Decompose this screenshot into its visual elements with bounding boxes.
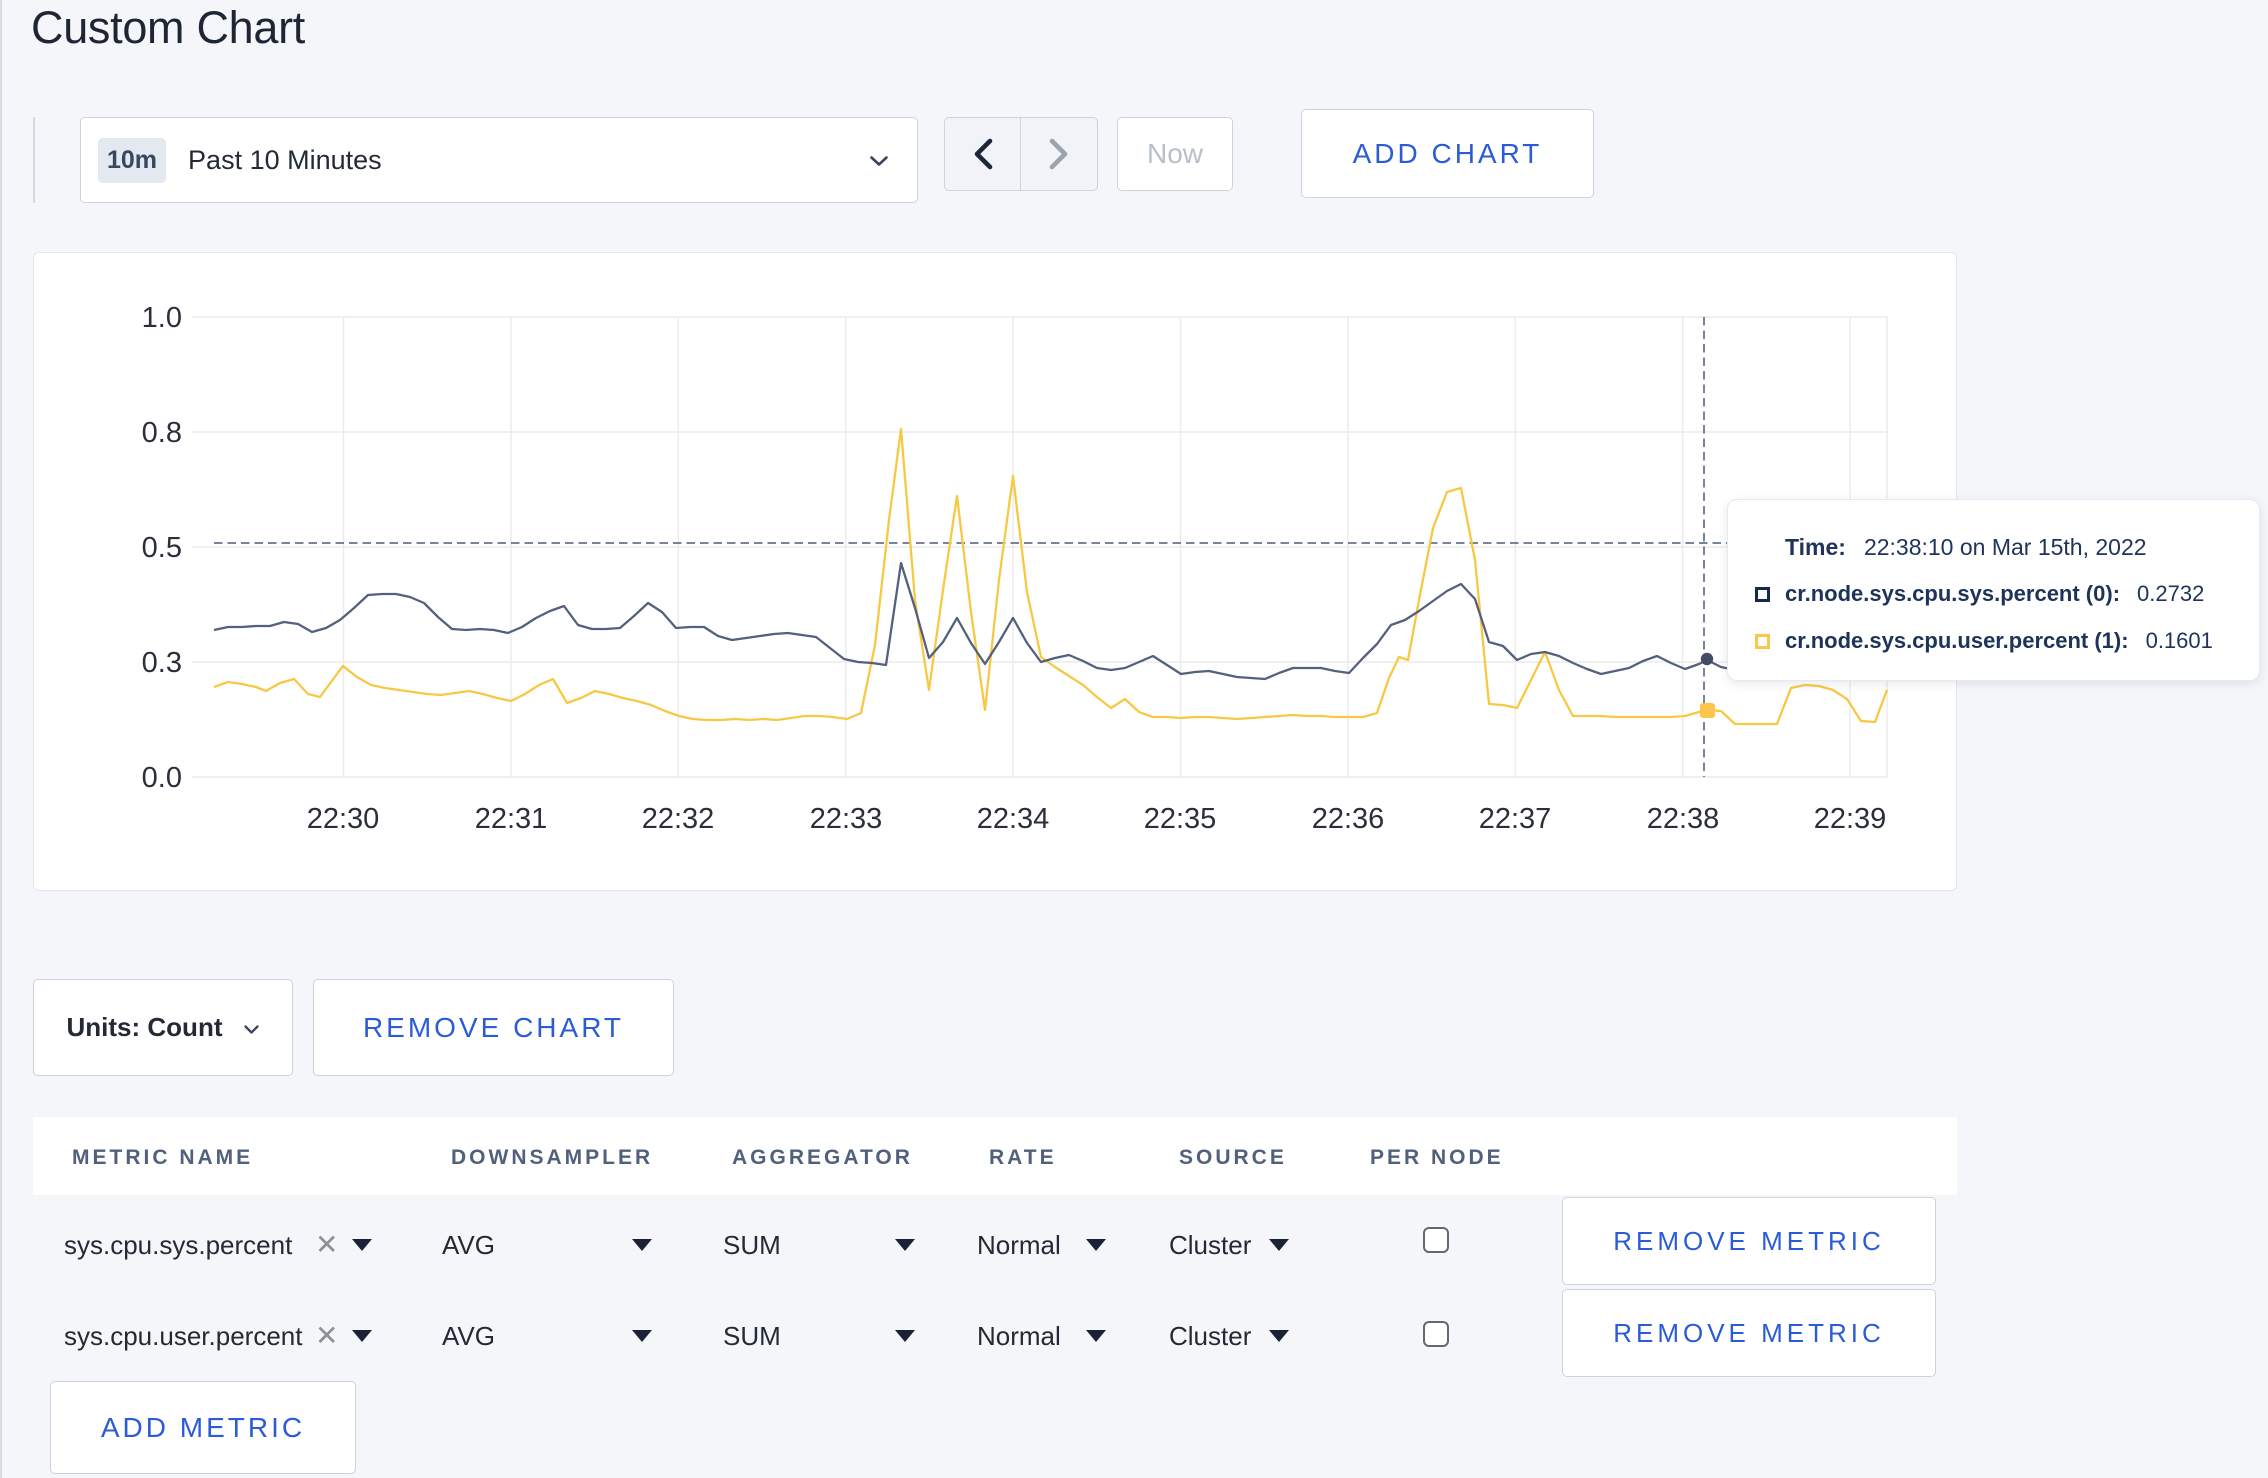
svg-text:22:37: 22:37 [1479, 803, 1552, 835]
svg-text:22:34: 22:34 [977, 803, 1050, 835]
svg-text:22:30: 22:30 [307, 803, 380, 835]
svg-text:1.0: 1.0 [142, 302, 182, 334]
svg-text:22:39: 22:39 [1814, 803, 1887, 835]
svg-text:22:31: 22:31 [475, 803, 548, 835]
svg-text:0.0: 0.0 [142, 762, 182, 794]
svg-text:22:36: 22:36 [1312, 803, 1385, 835]
svg-text:0.5: 0.5 [142, 532, 182, 564]
svg-text:0.3: 0.3 [142, 647, 182, 679]
svg-text:22:33: 22:33 [810, 803, 883, 835]
svg-text:22:38: 22:38 [1647, 803, 1720, 835]
svg-text:22:32: 22:32 [642, 803, 715, 835]
svg-text:0.8: 0.8 [142, 417, 182, 449]
svg-text:22:35: 22:35 [1144, 803, 1217, 835]
